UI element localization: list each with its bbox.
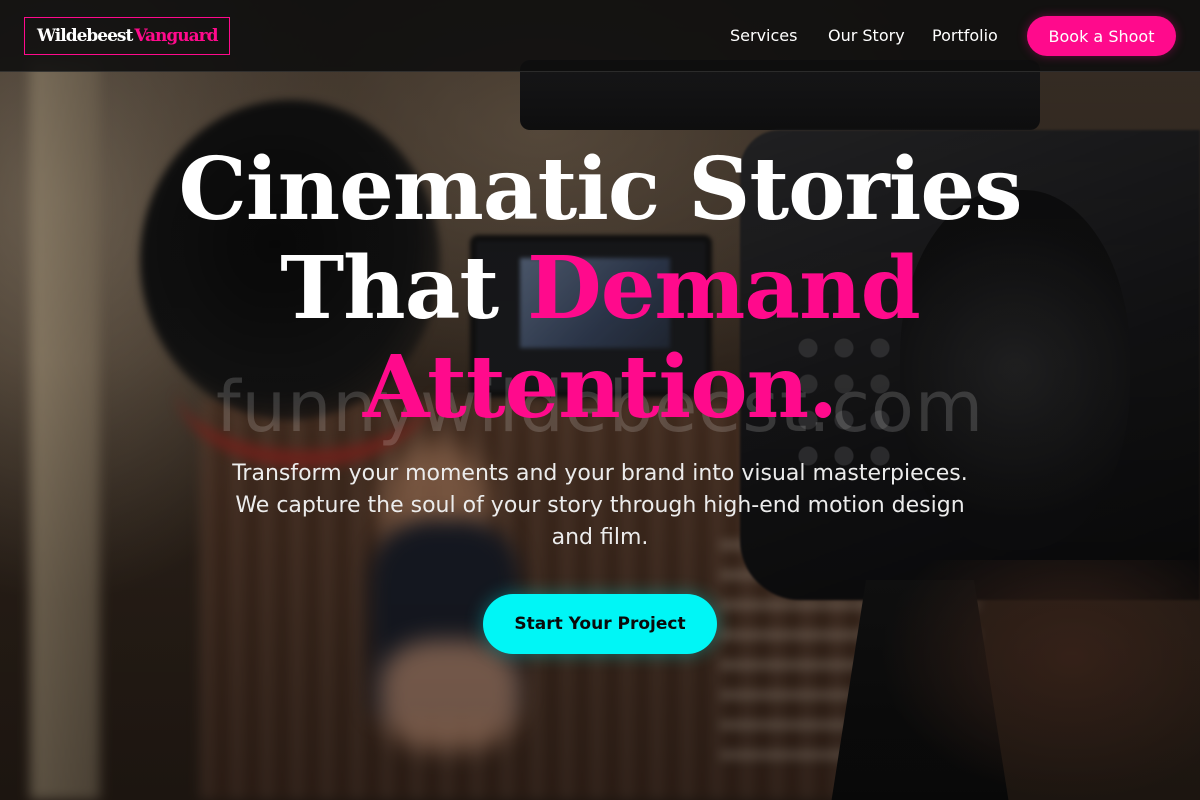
hero-title-line1: Cinematic Stories	[178, 139, 1022, 240]
brand-logo-part1: Wildebeest	[37, 26, 133, 46]
nav-link-services[interactable]: Services	[730, 24, 797, 48]
hero-title-highlight-demand: Demand	[527, 238, 921, 339]
top-nav: Wildebeest Vanguard Services Our Story P…	[0, 0, 1200, 72]
nav-link-portfolio[interactable]: Portfolio	[932, 24, 998, 48]
hero-subtitle: Transform your moments and your brand in…	[232, 461, 968, 550]
brand-logo[interactable]: Wildebeest Vanguard	[24, 17, 231, 55]
start-your-project-button[interactable]: Start Your Project	[483, 594, 717, 654]
hero-title-line2: That Demand	[0, 239, 1200, 338]
book-a-shoot-button[interactable]: Book a Shoot	[1027, 16, 1176, 56]
hero-title-plain: That	[280, 238, 528, 339]
hero-title-highlight-attention: Attention.	[362, 337, 838, 438]
hero-title: Cinematic Stories That Demand Attention.	[0, 140, 1200, 437]
nav-link-our-story[interactable]: Our Story	[828, 24, 905, 48]
brand-logo-part2: Vanguard	[134, 26, 218, 46]
